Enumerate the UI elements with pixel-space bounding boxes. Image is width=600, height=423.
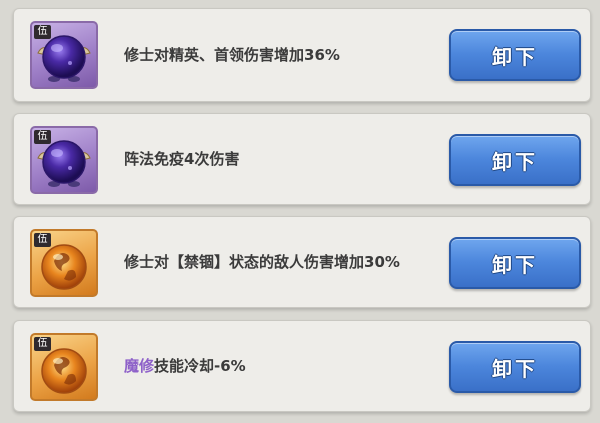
unload-button[interactable]: 卸下: [449, 134, 581, 186]
unload-button-label: 卸下: [492, 252, 538, 277]
item-description: 修士对【禁锢】状态的敌人伤害增加30%: [124, 252, 400, 271]
grade-badge: 伍: [34, 25, 51, 39]
item-description: 修士对精英、首领伤害增加36%: [124, 45, 340, 64]
description-rest: 技能冷却-6%: [154, 356, 246, 375]
item-description: 魔修技能冷却-6%: [124, 321, 446, 411]
unload-button-label: 卸下: [492, 44, 538, 69]
equipment-list: 伍 修士对精英、首领伤害增加36% 卸下 伍 阵法免疫4次伤害 卸下 伍 修士对…: [0, 0, 600, 423]
list-item: 伍 阵法免疫4次伤害 卸下: [13, 113, 591, 205]
item-description: 阵法免疫4次伤害: [124, 149, 240, 168]
list-item: 伍 魔修技能冷却-6% 卸下: [13, 320, 591, 412]
grade-badge: 伍: [34, 337, 51, 351]
purple-orb-icon: 伍: [30, 21, 98, 89]
grade-badge: 伍: [34, 233, 51, 247]
unload-button-label: 卸下: [492, 356, 538, 381]
purple-orb-icon: 伍: [30, 126, 98, 194]
highlight-keyword: 魔修: [124, 356, 155, 375]
unload-button-label: 卸下: [492, 149, 538, 174]
unload-button[interactable]: 卸下: [449, 341, 581, 393]
unload-button[interactable]: 卸下: [449, 237, 581, 289]
list-item: 伍 修士对【禁锢】状态的敌人伤害增加30% 卸下: [13, 216, 591, 308]
unload-button[interactable]: 卸下: [449, 29, 581, 81]
grade-badge: 伍: [34, 130, 51, 144]
flame-orb-icon: 伍: [30, 333, 98, 401]
flame-orb-icon: 伍: [30, 229, 98, 297]
list-item: 伍 修士对精英、首领伤害增加36% 卸下: [13, 8, 591, 102]
